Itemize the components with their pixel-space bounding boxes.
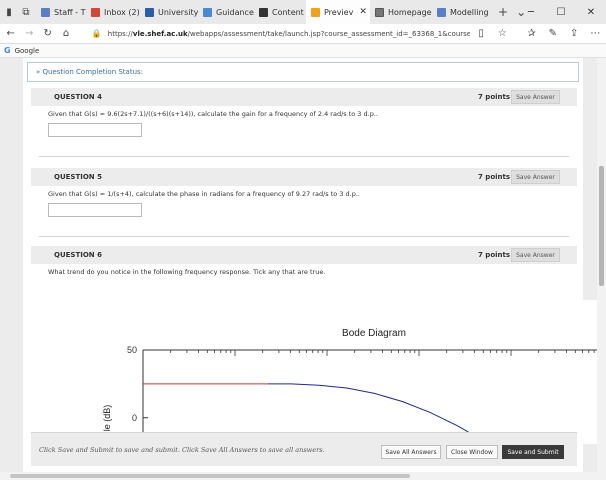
y-axis-label: le (dB) (102, 405, 112, 432)
url-prefix: https:// (107, 29, 133, 38)
bode-diagram-image: Bode Diagram 50 0 le (dB) (68, 300, 606, 444)
vertical-scrollbar[interactable] (597, 58, 606, 480)
question-completion-status[interactable]: » Question Completion Status: (27, 62, 579, 82)
question-divider (39, 236, 569, 237)
tab-label: Previev (324, 7, 354, 17)
browser-tab[interactable]: Content (254, 0, 306, 24)
tab-favicon (145, 7, 154, 17)
forward-icon[interactable]: → (21, 28, 36, 39)
page-content: » Question Completion Status: QUESTION 4… (0, 58, 606, 480)
save-answer-button[interactable]: Save Answer (511, 90, 560, 104)
reading-view-icon[interactable]: ▯ (470, 28, 491, 39)
tab-favicon (91, 7, 100, 17)
y-tick-label: 50 (127, 345, 137, 355)
maximize-icon[interactable]: ☐ (546, 0, 576, 24)
url-field[interactable]: 🔒 https://vle.shef.ac.uk/webapps/assessm… (92, 26, 471, 42)
browser-tab[interactable]: Inbox (2) - (86, 0, 140, 24)
refresh-icon[interactable]: ↻ (40, 28, 55, 39)
save-answer-button[interactable]: Save Answer (511, 170, 560, 184)
tab-favicon (41, 7, 50, 17)
question-header: QUESTION 4 7 points Save Answer (31, 88, 577, 106)
answer-input[interactable] (48, 123, 142, 137)
close-window-button[interactable]: Close Window (446, 445, 498, 459)
browser-tab-active[interactable]: Previev ✕ (306, 0, 370, 24)
chart-title: Bode Diagram (342, 328, 406, 339)
bode-diagram-chart: Bode Diagram 50 0 le (dB) (102, 328, 606, 438)
save-all-answers-button[interactable]: Save All Answers (381, 445, 441, 459)
tab-label: Modelling (450, 7, 489, 17)
vertical-scroll-thumb[interactable] (599, 166, 604, 286)
tab-favicon (311, 7, 320, 17)
browser-tab[interactable]: University c (140, 0, 198, 24)
favorites-google-link[interactable]: Google (15, 47, 40, 55)
close-window-icon[interactable]: ✕ (576, 0, 606, 24)
tab-actions-icon[interactable]: ▮ (2, 5, 16, 19)
tab-label: Content (272, 7, 304, 17)
address-bar: ← → ↻ ⌂ 🔒 https://vle.shef.ac.uk/webapps… (0, 24, 606, 44)
question-title: QUESTION 5 (54, 173, 102, 181)
y-tick-label: 0 (132, 413, 137, 423)
favorite-star-icon[interactable]: ☆ (492, 28, 513, 39)
tab-favicon (437, 7, 446, 17)
question-points: 7 points (478, 251, 511, 259)
home-icon[interactable]: ⌂ (58, 28, 73, 39)
tab-label: University c (158, 7, 198, 17)
question-text: Given that G(s) = 1/(s+4), calculate the… (48, 190, 360, 198)
tab-favicon (375, 7, 384, 17)
more-options-icon[interactable]: ⋯ (585, 28, 606, 39)
new-tab-icon[interactable]: + (494, 5, 512, 19)
question-divider (39, 156, 569, 157)
question-header: QUESTION 5 7 points Save Answer (31, 168, 577, 186)
browser-tab[interactable]: Staff - The (36, 0, 86, 24)
tab-favicon (203, 7, 212, 17)
minimize-icon[interactable]: ─ (516, 0, 546, 24)
url-path: /webapps/assessment/take/launch.jsp?cour… (187, 29, 471, 38)
url-domain: vle.shef.ac.uk (132, 29, 188, 38)
question-block: QUESTION 5 7 points Save Answer Given th… (31, 168, 577, 238)
browser-tab[interactable]: Modelling (432, 0, 494, 24)
tab-set-aside-icon[interactable]: ⧉ (19, 5, 33, 19)
answer-input[interactable] (48, 203, 142, 217)
tab-label: Guidance - (216, 7, 254, 17)
question-points: 7 points (478, 173, 511, 181)
close-tab-icon[interactable]: ✕ (359, 7, 367, 17)
browser-tab[interactable]: Homepage (370, 0, 432, 24)
web-note-icon[interactable]: ✎ (542, 28, 563, 39)
tab-label: Homepage (388, 7, 432, 17)
question-text: Given that G(s) = 9.6(2s+7.1)/((s+6)(s+1… (48, 110, 378, 118)
bode-series-2 (268, 383, 477, 438)
browser-tab[interactable]: Guidance - (198, 0, 254, 24)
tab-favicon (259, 7, 268, 17)
question-header: QUESTION 6 7 points Save Answer (31, 246, 577, 264)
tab-label: Inbox (2) - (104, 7, 140, 17)
question-text: What trend do you notice in the followin… (48, 268, 326, 276)
horizontal-scrollbar[interactable] (0, 472, 597, 480)
favorites-hub-icon[interactable]: ✰ (521, 28, 542, 39)
question-block: QUESTION 4 7 points Save Answer Given th… (31, 88, 577, 158)
footer-instructions: Click Save and Submit to save and submit… (39, 446, 325, 454)
save-answer-button[interactable]: Save Answer (511, 248, 560, 262)
favorites-bar: G Google (0, 44, 606, 58)
question-points: 7 points (478, 93, 511, 101)
submit-footer: Click Save and Submit to save and submit… (31, 432, 577, 466)
back-icon[interactable]: ← (3, 28, 18, 39)
question-title: QUESTION 6 (54, 251, 102, 259)
question-block: QUESTION 6 7 points Save Answer What tre… (31, 246, 577, 286)
google-favicon-icon: G (4, 46, 11, 55)
lock-icon: 🔒 (91, 29, 102, 38)
tab-label: Staff - The (54, 7, 86, 17)
question-completion-status-link[interactable]: » Question Completion Status: (36, 68, 143, 76)
question-title: QUESTION 4 (54, 93, 102, 101)
horizontal-scroll-thumb[interactable] (10, 474, 410, 478)
save-and-submit-button[interactable]: Save and Submit (502, 445, 564, 459)
share-icon[interactable]: ⇪ (563, 28, 584, 39)
